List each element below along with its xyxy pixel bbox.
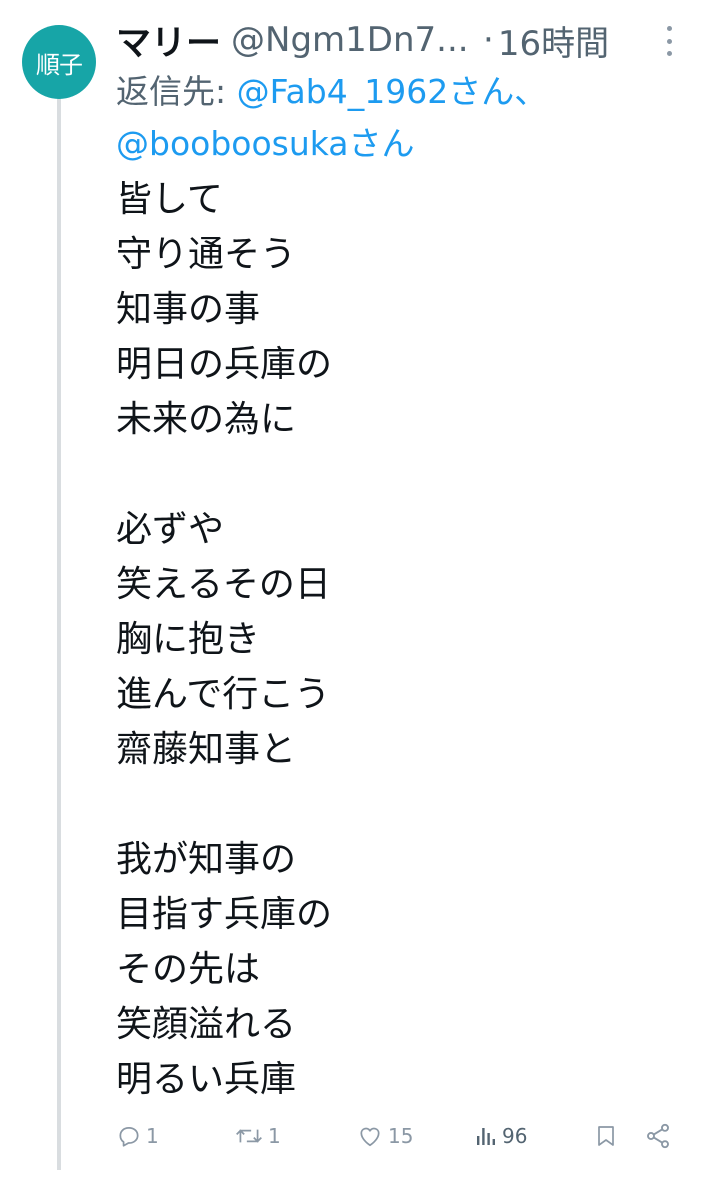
thread-line: [57, 96, 61, 1170]
share-button[interactable]: [644, 1118, 672, 1154]
tweet-line: 必ずや: [116, 509, 225, 550]
avatar-text: 順子: [36, 50, 83, 79]
tweet-line: 目指す兵庫の: [116, 894, 333, 935]
reply-icon: [119, 1127, 139, 1147]
mention-link[interactable]: @Fab4_1962さん、: [237, 72, 548, 111]
author-handle[interactable]: @Ngm1Dn7...: [231, 20, 469, 60]
reply-context: 返信先: @Fab4_1962さん、 @booboosukaさん: [116, 66, 686, 170]
like-count: 15: [388, 1124, 414, 1148]
reply-count: 1: [146, 1124, 159, 1148]
author-name[interactable]: マリー: [116, 15, 221, 66]
views-chart-icon: [477, 1128, 495, 1145]
tweet-line: 未来の為に: [116, 399, 297, 440]
share-icon: [647, 1123, 669, 1149]
reply-prefix: 返信先:: [116, 72, 237, 111]
tweet-header: マリー @Ngm1Dn7... · 16時間: [116, 14, 696, 66]
retweet-count: 1: [268, 1124, 281, 1148]
retweet-button[interactable]: 1: [234, 1118, 281, 1154]
reply-button[interactable]: 1: [116, 1118, 159, 1154]
tweet-line: 明るい兵庫: [116, 1059, 297, 1100]
avatar[interactable]: 順子: [22, 25, 96, 99]
action-bar: 1 1 15 96: [116, 1118, 676, 1154]
retweet-icon: [236, 1129, 262, 1143]
tweet-line: 進んで行こう: [116, 674, 331, 715]
tweet-line: 笑顔溢れる: [116, 1004, 297, 1045]
timestamp[interactable]: 16時間: [498, 16, 609, 65]
tweet-line: 齋藤知事と: [116, 729, 297, 770]
tweet-line: 胸に抱き: [116, 619, 261, 660]
tweet[interactable]: 順子 マリー @Ngm1Dn7... · 16時間 返信先: @Fab4_196…: [0, 0, 706, 1200]
bookmark-icon: [598, 1126, 614, 1146]
views-count: 96: [502, 1124, 528, 1148]
tweet-line: 明日の兵庫の: [116, 344, 333, 385]
tweet-line: 守り通そう: [116, 234, 297, 275]
separator-dot: ·: [483, 20, 494, 60]
tweet-line: 我が知事の: [116, 839, 297, 880]
tweet-text: 皆して 守り通そう 知事の事 明日の兵庫の 未来の為に 必ずや 笑えるその日 胸…: [116, 172, 676, 1107]
heart-icon: [360, 1127, 380, 1147]
tweet-line: その先は: [116, 949, 261, 990]
like-button[interactable]: 15: [356, 1118, 413, 1154]
tweet-line: 皆して: [116, 179, 223, 220]
bookmark-button[interactable]: [594, 1118, 618, 1154]
tweet-line: 笑えるその日: [116, 564, 331, 605]
tweet-line: 知事の事: [116, 289, 261, 330]
views-button[interactable]: 96: [474, 1118, 527, 1154]
more-vertical-icon[interactable]: [662, 26, 676, 56]
mention-link[interactable]: @booboosukaさん: [116, 124, 415, 163]
